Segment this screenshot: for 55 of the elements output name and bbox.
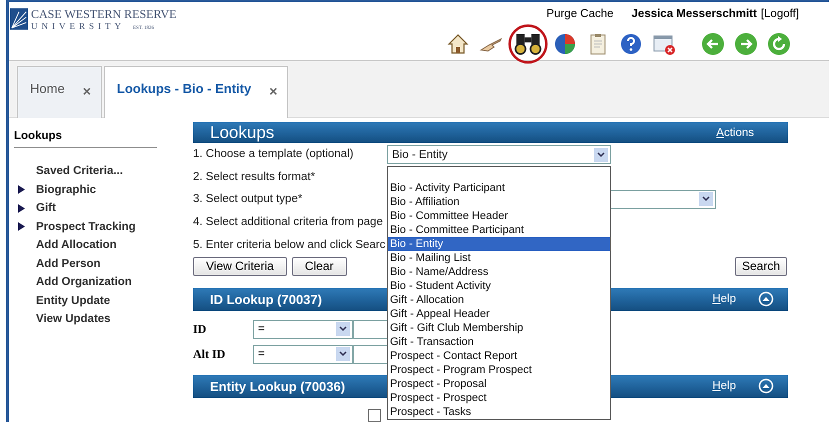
- dropdown-option[interactable]: Prospect - Proposal: [388, 377, 610, 391]
- actions-link[interactable]: Actions: [716, 126, 774, 138]
- section-title: Lookups: [210, 122, 274, 142]
- step-instruction: 5. Enter criteria below and click Searc: [193, 238, 386, 251]
- dropdown-option[interactable]: Prospect - Tasks: [388, 405, 610, 419]
- dropdown-option[interactable]: Bio - Entity: [388, 237, 610, 251]
- logo-subtitle: UNIVERSITY: [31, 21, 125, 31]
- search-button[interactable]: Search: [734, 256, 787, 276]
- dropdown-option[interactable]: Bio - Affiliation: [388, 195, 610, 209]
- dropdown-option[interactable]: Bio - Activity Participant: [388, 181, 610, 195]
- field-label: Alt ID: [193, 346, 226, 362]
- sidebar-item[interactable]: View Updates: [36, 313, 111, 326]
- dropdown-option[interactable]: Bio - Committee Header: [388, 209, 610, 223]
- sidebar-item[interactable]: Entity Update: [36, 294, 110, 307]
- sidebar-item[interactable]: Gift: [36, 202, 56, 214]
- tab[interactable]: Home ×: [17, 66, 102, 118]
- step-instruction: 3. Select output type*: [193, 193, 302, 206]
- sidebar-title: Lookups: [14, 118, 157, 148]
- dropdown-option[interactable]: Gift - Appeal Header: [388, 307, 610, 321]
- close-tab-icon[interactable]: ×: [269, 83, 278, 99]
- template-dropdown[interactable]: Bio - Entity: [387, 145, 611, 164]
- logo-name: CASE WESTERN RESERVE: [31, 8, 176, 21]
- sidebar-item[interactable]: Biographic: [36, 184, 96, 196]
- dropdown-option[interactable]: Gift - Gift Club Membership: [388, 321, 610, 335]
- tab[interactable]: Lookups - Bio - Entity ×: [104, 66, 288, 118]
- dropdown-option[interactable]: Bio - Student Activity: [388, 279, 610, 293]
- logoff-link[interactable]: [Logoff]: [760, 8, 799, 24]
- sidebar-item[interactable]: Prospect Tracking: [36, 220, 136, 233]
- view-criteria-button[interactable]: View Criteria: [193, 256, 287, 276]
- sidebar-item[interactable]: Add Organization: [36, 276, 132, 288]
- dropdown-option[interactable]: Bio - Mailing List: [388, 251, 610, 265]
- section-title: ID Lookup (70037): [210, 292, 322, 307]
- sidebar-item[interactable]: Add Person: [36, 258, 101, 270]
- step-instruction: 4. Select additional criteria from page: [193, 216, 383, 228]
- help-link[interactable]: Help: [712, 380, 756, 392]
- field-label: ID: [193, 322, 208, 337]
- step-instruction: 2. Select results format*: [193, 170, 316, 183]
- help-link[interactable]: Help: [712, 293, 756, 306]
- user-name: Jessica Messerschmitt: [632, 8, 757, 22]
- operator-dropdown[interactable]: =: [253, 344, 353, 364]
- step-instruction: 1. Choose a template (optional): [193, 148, 354, 160]
- sidebar-item[interactable]: Add Allocation: [36, 239, 117, 252]
- dropdown-option[interactable]: Bio - Committee Participant: [388, 223, 610, 237]
- section-title: Entity Lookup (70036): [210, 378, 346, 394]
- dropdown-option[interactable]: Gift - Transaction: [388, 335, 610, 349]
- sidebar-item[interactable]: Saved Criteria...: [36, 165, 123, 178]
- dropdown-option[interactable]: Prospect - Program Prospect: [388, 363, 610, 377]
- clear-button[interactable]: Clear: [292, 256, 346, 276]
- dropdown-option[interactable]: Prospect - Prospect: [388, 391, 610, 405]
- dropdown-option[interactable]: Prospect - Contact Report: [388, 349, 610, 363]
- dropdown-option[interactable]: Bio - Name/Address: [388, 265, 610, 279]
- dropdown-option[interactable]: Gift - Allocation: [388, 293, 610, 307]
- purge-cache-link[interactable]: Purge Cache: [546, 8, 614, 24]
- operator-dropdown[interactable]: =: [253, 320, 353, 339]
- close-tab-icon[interactable]: ×: [82, 83, 91, 99]
